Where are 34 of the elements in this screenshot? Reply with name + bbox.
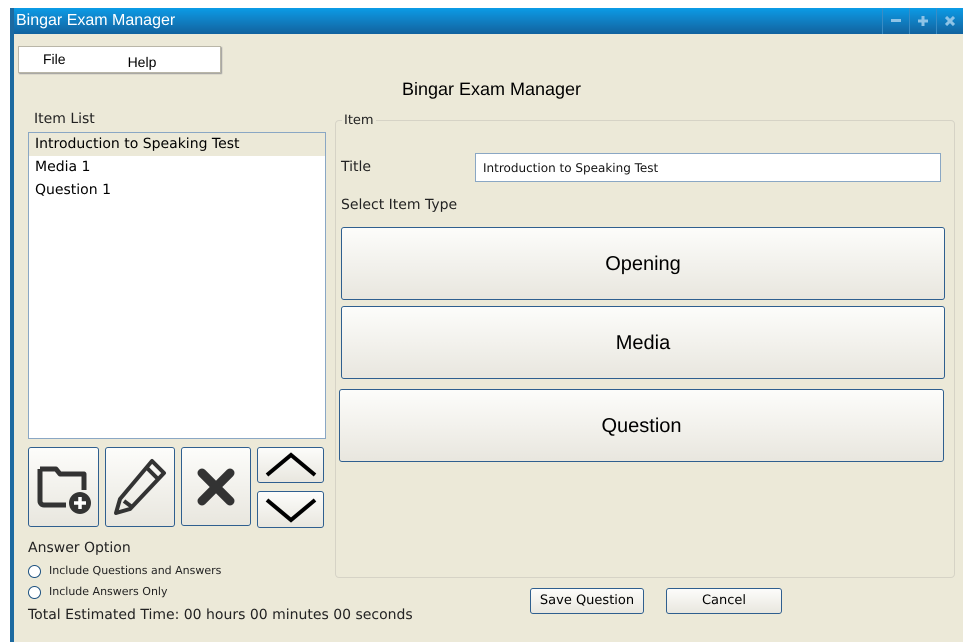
title-input-field[interactable]: Introduction to Speaking Test	[475, 153, 941, 182]
item-type-button[interactable]: Question	[339, 389, 944, 462]
plus-icon	[918, 16, 928, 26]
select-item-type-label: Select Item Type	[341, 196, 458, 215]
move-up-button[interactable]	[257, 447, 324, 483]
add-folder-button[interactable]	[28, 447, 99, 527]
dialog-button[interactable]: Save Question	[530, 588, 644, 614]
window-title: Bingar Exam Manager	[15, 11, 176, 31]
list-item[interactable]: Media 1	[29, 156, 325, 179]
minimize-icon	[891, 19, 901, 23]
radio-button[interactable]	[28, 564, 41, 578]
pencil-icon	[112, 457, 168, 517]
chevron-down-icon	[264, 496, 318, 522]
delete-x-icon	[196, 466, 236, 506]
radio-button[interactable]	[28, 586, 41, 598]
title-label: Title	[341, 158, 372, 177]
delete-button[interactable]	[181, 447, 251, 526]
list-item[interactable]: Introduction to Speaking Test	[29, 133, 325, 156]
item-type-button[interactable]: Opening	[341, 227, 945, 300]
item-list-label: Item List	[34, 110, 96, 129]
close-icon	[945, 16, 955, 26]
list-item[interactable]: Question 1	[29, 179, 325, 202]
radio-label: Include Questions and Answers	[49, 562, 222, 579]
app-heading: Bingar Exam Manager	[402, 78, 582, 101]
chevron-up-icon	[264, 452, 318, 478]
item-type-button[interactable]: Media	[341, 306, 945, 379]
dialog-button[interactable]: Cancel	[666, 588, 782, 614]
move-down-button[interactable]	[257, 491, 324, 528]
menu-item[interactable]: Help	[128, 52, 156, 73]
radio-label: Include Answers Only	[49, 584, 168, 600]
answer-option-label: Answer Option	[28, 539, 132, 558]
menu-item[interactable]: File	[43, 49, 66, 70]
edit-button[interactable]	[105, 447, 175, 527]
total-time-text: Total Estimated Time: 00 hours 00 minutes 00 seconds	[28, 607, 413, 623]
